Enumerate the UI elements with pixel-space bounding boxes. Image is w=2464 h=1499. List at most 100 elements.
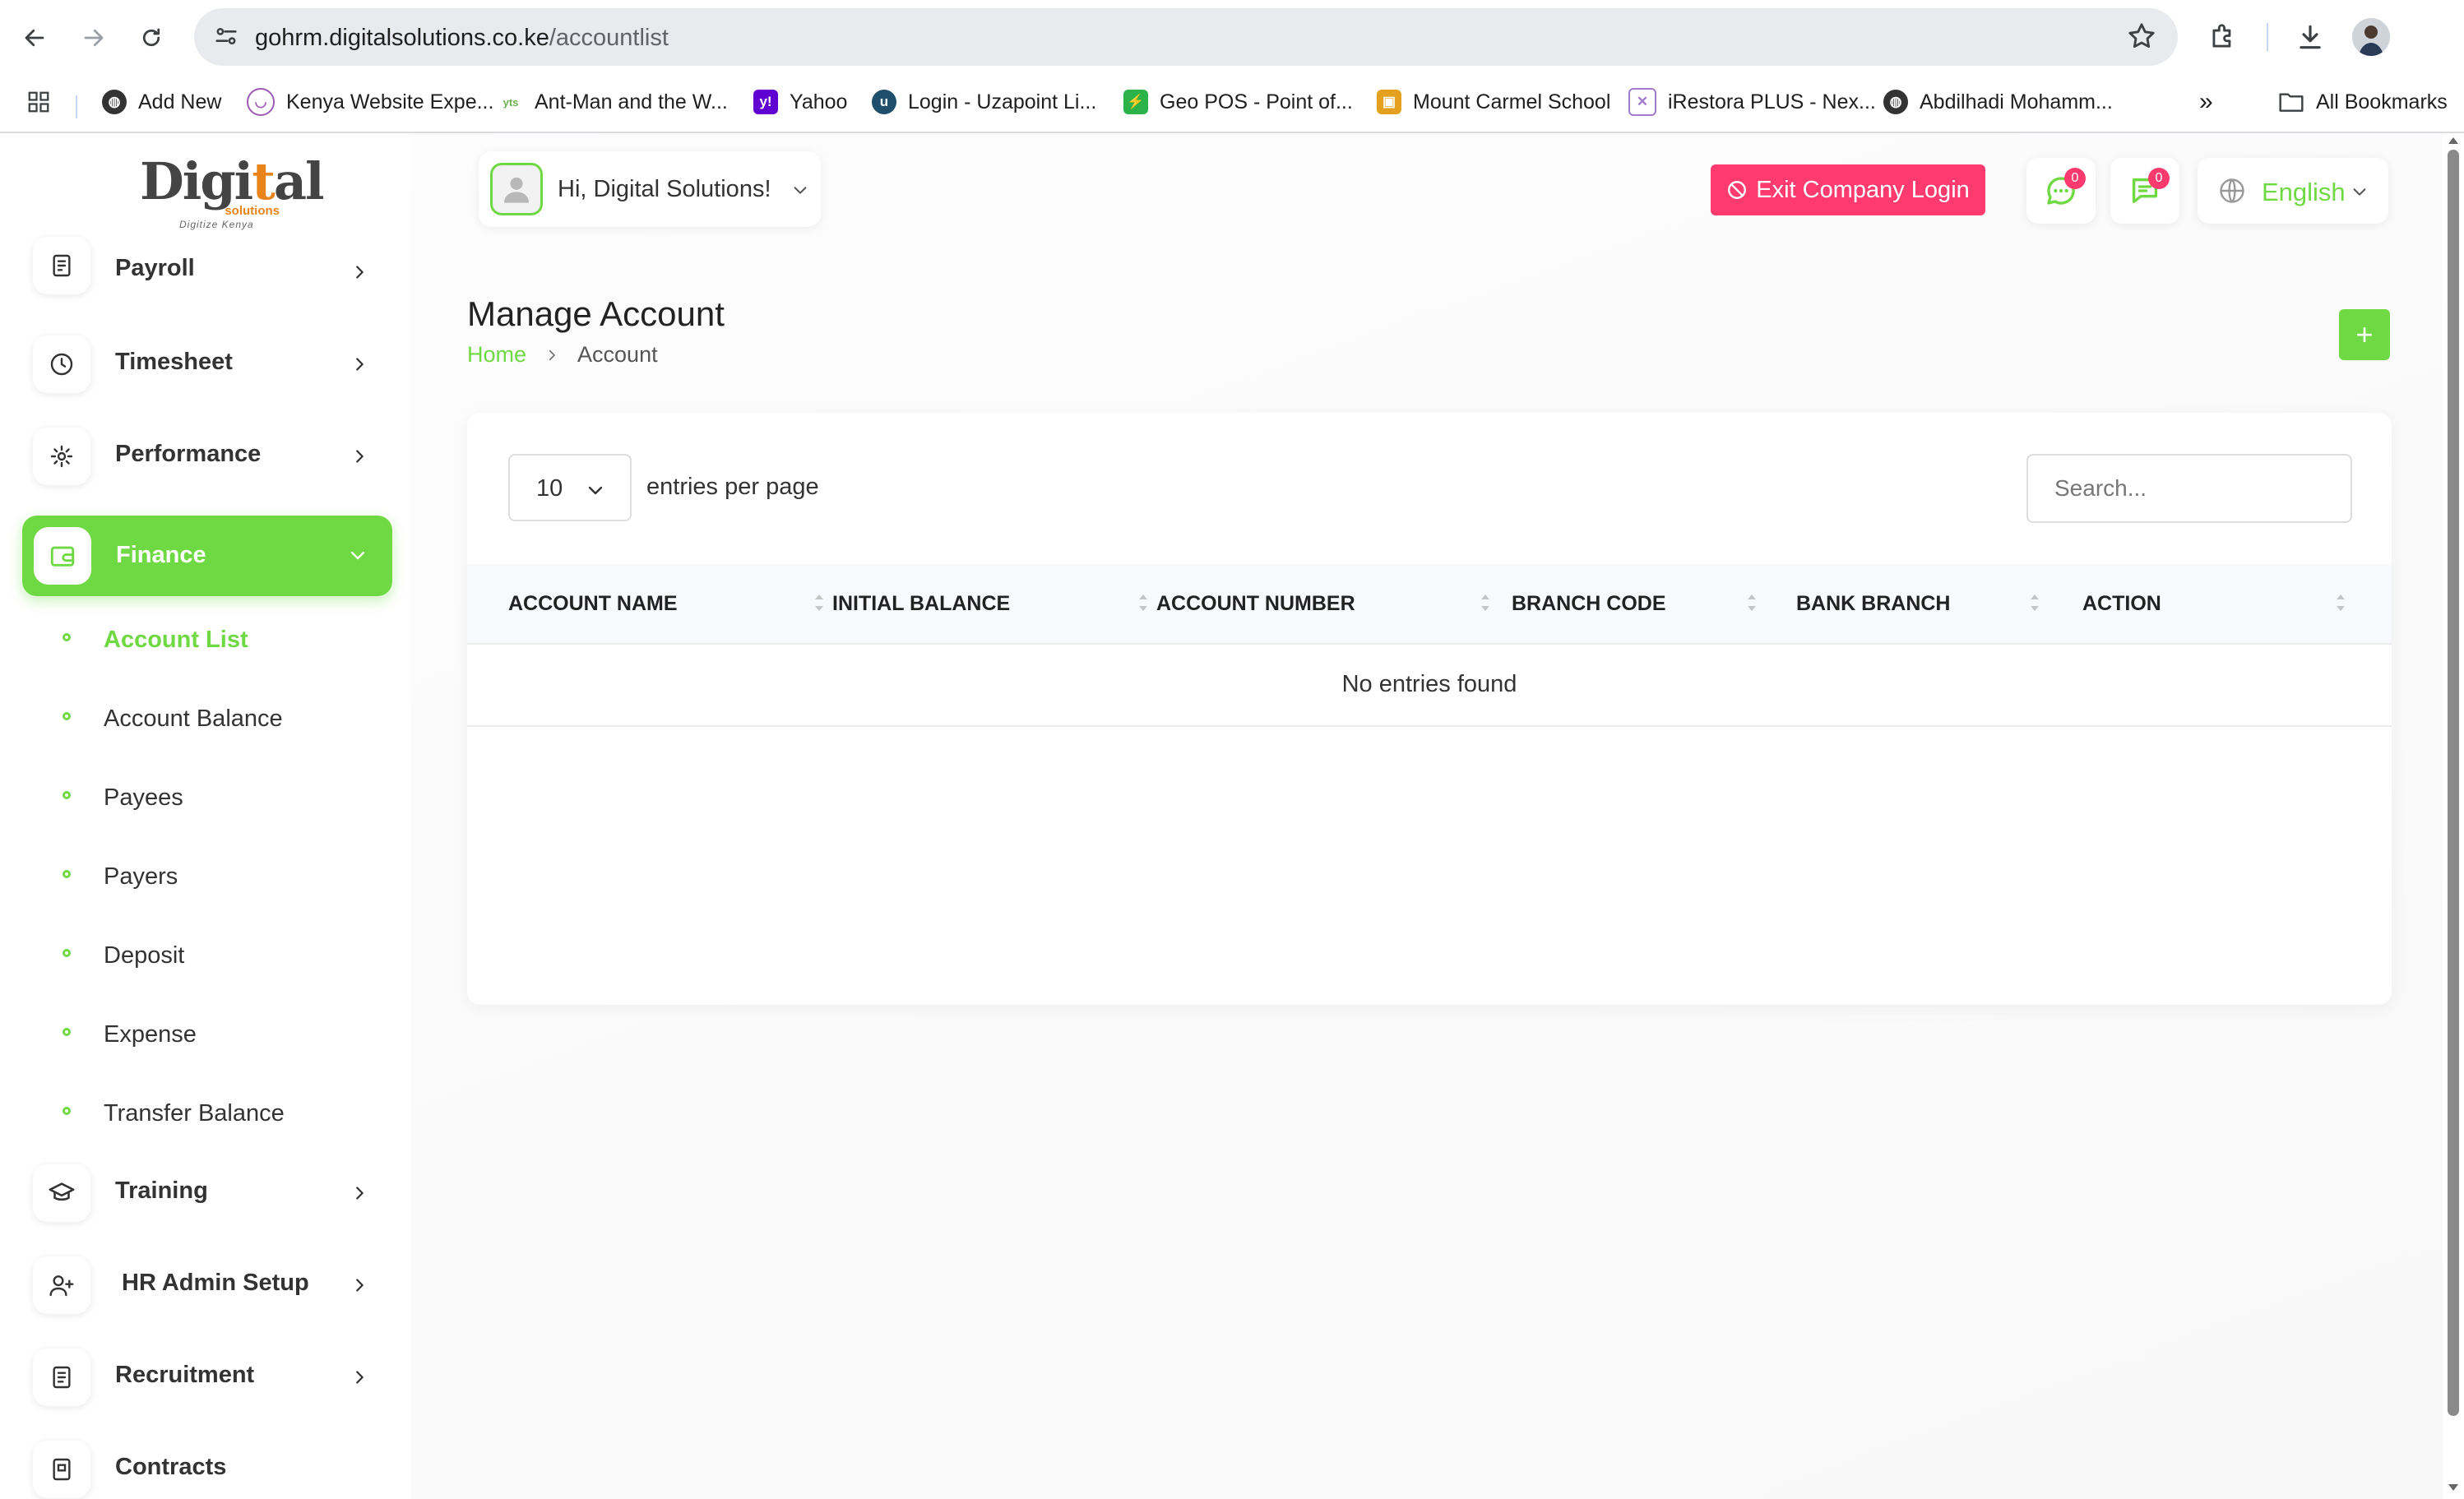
extensions-button[interactable] — [2202, 16, 2244, 58]
wallet-icon — [34, 527, 91, 585]
bookmark-label: Kenya Website Expe... — [286, 90, 494, 113]
bookmark-label: Yahoo — [790, 90, 848, 113]
all-bookmarks-label: All Bookmarks — [2316, 90, 2448, 113]
sidebar-subitem-payers[interactable]: Payers — [63, 857, 375, 898]
sidebar-item-label: Payroll — [115, 255, 195, 281]
sidebar-item-label: Training — [115, 1177, 208, 1204]
user-menu[interactable]: Hi, Digital Solutions! — [479, 151, 821, 227]
url-text: gohrm.digitalsolutions.co.ke/accountlist — [255, 25, 669, 52]
chevron-right-icon — [549, 349, 555, 360]
bookmark-geo-pos[interactable]: ⚡ Geo POS - Point of... — [1123, 86, 1353, 118]
column-header-account-name[interactable]: ACCOUNT NAME — [508, 564, 823, 643]
scroll-up-icon[interactable] — [2447, 135, 2460, 146]
sidebar-subitem-payees[interactable]: Payees — [63, 778, 375, 819]
scrollbar-thumb[interactable] — [2448, 150, 2459, 1416]
bookmark-abdilhadi[interactable]: ◍ Abdilhadi Mohamm... — [1883, 86, 2113, 118]
add-account-button[interactable]: + — [2339, 309, 2390, 360]
sidebar-subitem-transfer-balance[interactable]: Transfer Balance — [63, 1094, 375, 1135]
chevron-right-icon — [356, 358, 364, 371]
sidebar-item-finance[interactable]: Finance — [22, 516, 392, 596]
site-info-icon[interactable] — [212, 22, 240, 54]
user-avatar — [490, 163, 543, 215]
logo-tagline: Digitize Kenya — [179, 219, 254, 230]
sidebar-subitem-expense[interactable]: Expense — [63, 1015, 375, 1056]
bookmark-irestora[interactable]: ✕ iRestora PLUS - Nex... — [1628, 86, 1876, 118]
sidebar-item-hr-admin-setup[interactable]: HR Admin Setup — [33, 1251, 378, 1317]
all-bookmarks-button[interactable]: All Bookmarks — [2278, 86, 2448, 118]
bookmark-ant-man[interactable]: yts Ant-Man and the W... — [498, 86, 728, 118]
bookmark-add-new[interactable]: ◍ Add New — [102, 86, 221, 118]
logo-sub: solutions — [225, 204, 280, 218]
messages-button[interactable]: 0 — [2026, 158, 2096, 224]
sidebar-subitem-account-balance[interactable]: Account Balance — [63, 699, 375, 740]
toolbar-divider — [2267, 23, 2268, 51]
bookmark-mount-carmel[interactable]: ▣ Mount Carmel School — [1377, 86, 1610, 118]
column-label: ACCOUNT NUMBER — [1156, 592, 1355, 615]
sidebar-subitem-label: Payers — [104, 863, 178, 890]
apps-button[interactable] — [26, 86, 51, 118]
bookmark-star-icon[interactable] — [2125, 20, 2158, 57]
column-header-initial-balance[interactable]: INITIAL BALANCE — [832, 564, 1147, 643]
sort-icon — [1481, 595, 1489, 611]
sidebar-subitem-label: Expense — [104, 1021, 197, 1048]
more-bookmarks-button[interactable]: » — [2199, 86, 2213, 118]
profile-avatar[interactable] — [2352, 18, 2390, 56]
user-greeting: Hi, Digital Solutions! — [558, 176, 771, 202]
sidebar-item-performance[interactable]: Performance — [33, 423, 378, 488]
downloads-button[interactable] — [2290, 16, 2331, 58]
logo-word: Digital — [140, 151, 325, 211]
address-bar[interactable]: gohrm.digitalsolutions.co.ke/accountlist — [194, 8, 2178, 66]
sidebar-item-recruitment[interactable]: Recruitment — [33, 1344, 378, 1409]
sidebar-item-training[interactable]: Training — [33, 1159, 378, 1225]
exit-company-login-button[interactable]: Exit Company Login — [1711, 164, 1985, 215]
sidebar-item-timesheet[interactable]: Timesheet — [33, 331, 378, 396]
company-logo[interactable]: Digital solutions Digitize Kenya — [140, 151, 325, 232]
sidebar-item-label: Contracts — [115, 1454, 227, 1480]
sidebar-item-contracts[interactable]: Contracts — [33, 1436, 378, 1499]
column-label: ACCOUNT NAME — [508, 592, 678, 615]
account-table-card: 10 entries per page ACCOUNT NAME INITIAL… — [467, 413, 2392, 1005]
language-selector[interactable]: English — [2198, 158, 2388, 224]
column-header-action[interactable]: ACTION — [2082, 564, 2354, 643]
bookmark-kenya-website[interactable]: ◡ Kenya Website Expe... — [247, 86, 493, 118]
entries-per-page-select[interactable]: 10 — [508, 454, 632, 521]
chat-button[interactable]: 0 — [2110, 158, 2179, 224]
performance-icon — [33, 428, 90, 485]
sidebar-subitem-deposit[interactable]: Deposit — [63, 936, 375, 977]
back-button[interactable] — [15, 18, 54, 58]
browser-toolbar: gohrm.digitalsolutions.co.ke/accountlist — [0, 0, 2464, 74]
chevron-down-icon — [2353, 188, 2366, 196]
folder-icon — [2279, 93, 2304, 112]
exit-label: Exit Company Login — [1756, 176, 1970, 203]
bookmark-yahoo[interactable]: y! Yahoo — [753, 86, 847, 118]
search-input[interactable] — [2026, 454, 2352, 523]
entries-per-page-label: entries per page — [646, 474, 819, 500]
page-title: Manage Account — [467, 294, 725, 333]
bullet-dot — [63, 712, 71, 720]
column-header-branch-code[interactable]: BRANCH CODE — [1512, 564, 1758, 643]
app-window: Digital solutions Digitize Kenya Payroll… — [0, 133, 2464, 1499]
bullet-dot — [63, 949, 71, 957]
column-header-bank-branch[interactable]: BANK BRANCH — [1796, 564, 2043, 643]
sidebar-subitem-label: Payees — [104, 784, 183, 811]
user-icon — [504, 177, 529, 203]
person-photo-icon — [2352, 18, 2390, 56]
forward-button[interactable] — [74, 18, 113, 58]
scroll-down-icon[interactable] — [2447, 1482, 2460, 1493]
sidebar-subitem-account-list[interactable]: Account List — [63, 620, 375, 661]
irestora-icon: ✕ — [1628, 88, 1656, 116]
reload-button[interactable] — [132, 18, 171, 58]
messages-badge: 0 — [2064, 168, 2086, 189]
bullet-dot — [63, 633, 71, 641]
column-header-account-number[interactable]: ACCOUNT NUMBER — [1156, 564, 1489, 643]
bookmark-label: Login - Uzapoint Li... — [908, 90, 1097, 113]
column-label: BRANCH CODE — [1512, 592, 1666, 615]
table-header: ACCOUNT NAME INITIAL BALANCE ACCOUNT NUM… — [467, 564, 2392, 645]
sidebar-item-label: HR Admin Setup — [122, 1270, 309, 1296]
breadcrumb-home-link[interactable]: Home — [467, 342, 526, 368]
sort-icon — [1139, 595, 1147, 611]
page-scrollbar[interactable] — [2443, 133, 2464, 1499]
bookmark-uzapoint[interactable]: u Login - Uzapoint Li... — [872, 86, 1096, 118]
bookmarks-divider — [76, 95, 77, 118]
sidebar-item-payroll[interactable]: Payroll — [33, 237, 378, 312]
